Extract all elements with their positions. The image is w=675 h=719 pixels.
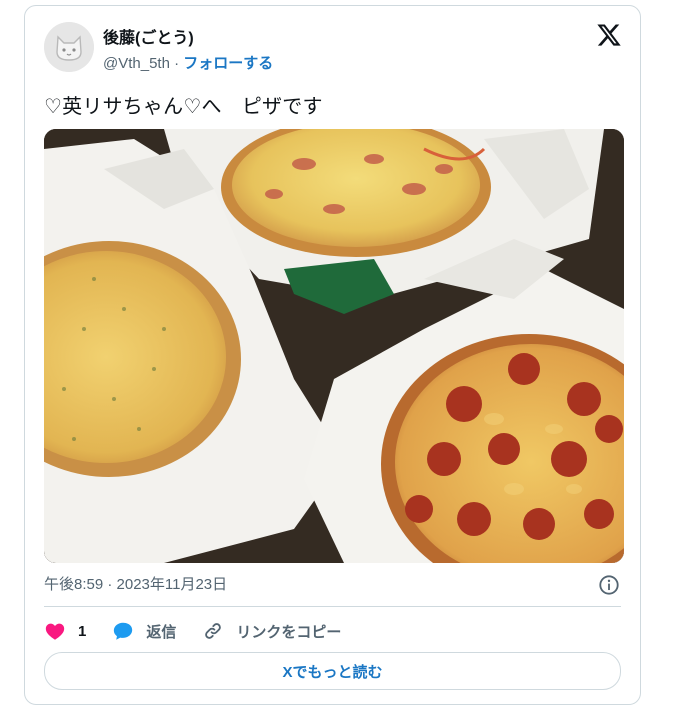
like-count: 1 — [78, 622, 87, 640]
tweet-text: ♡英リサちゃん♡へ ピザです — [44, 96, 323, 118]
cat-face-icon — [44, 22, 94, 72]
tweet-card: 後藤(ごとう) @Vth_5th · フォローする ♡英リサちゃん♡へ ピザです — [24, 5, 641, 705]
author-name[interactable]: 後藤(ごとう) — [103, 24, 194, 48]
heart-icon — [45, 623, 65, 640]
follow-button[interactable]: フォローする — [183, 55, 273, 72]
reply-button[interactable]: 返信 — [112, 620, 176, 642]
separator: · — [174, 55, 180, 72]
tweet-timestamp[interactable]: 午後8:59 · 2023年11月23日 — [44, 573, 227, 594]
link-icon — [205, 623, 222, 639]
author-handle[interactable]: @Vth_5th — [103, 55, 170, 72]
avatar[interactable] — [44, 22, 94, 72]
read-more-button[interactable]: Xでもっと読む — [44, 652, 621, 690]
x-logo-icon[interactable] — [596, 22, 622, 48]
pizza-photo — [44, 129, 624, 563]
author-handle-row: @Vth_5th · フォローする — [103, 52, 273, 73]
divider — [44, 606, 621, 607]
info-icon[interactable] — [598, 574, 620, 596]
tweet-photo[interactable] — [44, 129, 624, 563]
reply-label: 返信 — [146, 623, 177, 641]
action-bar: 1 返信 リンクをコピー — [44, 618, 367, 644]
copy-link-label: リンクをコピー — [236, 623, 342, 641]
like-button[interactable]: 1 — [44, 620, 86, 642]
copy-link-button[interactable]: リンクをコピー — [202, 620, 341, 642]
speech-bubble-icon — [114, 622, 133, 640]
